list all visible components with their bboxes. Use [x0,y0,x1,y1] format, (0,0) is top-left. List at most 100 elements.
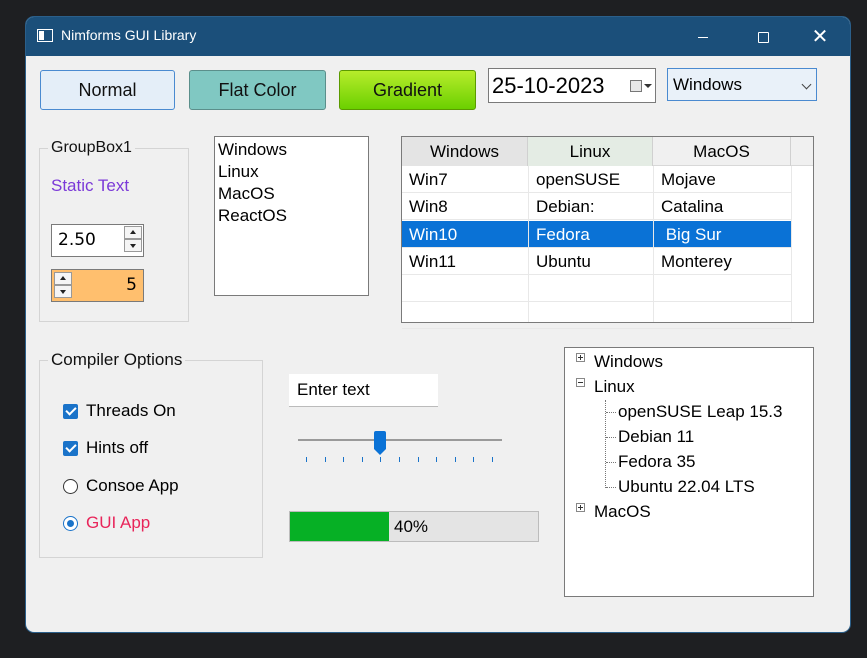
table-cell: Debian: [528,193,653,220]
combo-value: Windows [673,75,742,94]
spin-down-icon[interactable] [54,285,72,298]
slider-tick [343,457,345,462]
column-header-macos[interactable]: MacOS [653,137,791,166]
column-divider [528,166,529,322]
normal-button[interactable]: Normal [40,70,175,110]
table-cell: Monterey [653,248,791,275]
tree-node-opensuse[interactable]: openSUSE Leap 15.3 [618,399,782,424]
int-spinbox-buttons[interactable] [54,272,72,298]
slider-tick [324,457,326,462]
table-cell: Win11 [409,252,456,271]
minimize-icon [698,37,708,38]
slider-track[interactable] [298,439,502,441]
spin-up-icon[interactable] [54,272,72,285]
checkbox-checked-icon[interactable] [63,404,78,419]
checkbox-checked-icon[interactable] [63,441,78,456]
float-spinbox-value: 2.50 [58,230,96,250]
progress-label: 40% [394,517,429,536]
slider-tick [417,457,419,462]
spin-down-icon[interactable] [124,239,142,252]
maximize-icon [757,32,769,43]
table-cell: Catalina [653,193,791,220]
slider-tick [473,457,475,462]
slider-tick [454,457,456,462]
table-row-empty [402,302,791,329]
expand-icon[interactable] [576,353,585,362]
radio-label: GUI App [86,513,151,532]
os-listbox[interactable]: Windows Linux MacOS ReactOS [214,136,369,296]
tree-connector [606,462,616,463]
slider-tick [380,457,382,462]
table-cell: Big Sur [653,221,791,248]
close-button[interactable]: ✕ [790,17,850,56]
os-combobox[interactable]: Windows [667,68,817,101]
os-treeview[interactable]: Windows Linux openSUSE Leap 15.3 Debian … [564,347,814,597]
table-cell: Mojave [653,166,791,193]
table-cell: Win10 [409,225,458,244]
list-item[interactable]: MacOS [218,183,365,205]
chevron-down-icon[interactable] [644,84,652,88]
progress-bar: 40% [289,511,539,542]
progress-fill [290,512,390,541]
slider-tick [399,457,400,462]
table-cell: Win7 [409,170,448,189]
column-divider [653,166,654,322]
window-title: Nimforms GUI Library [61,27,197,43]
app-window: Nimforms GUI Library ✕ Normal Flat Color… [26,17,850,632]
radio-label: Consoe App [86,476,179,495]
text-input[interactable]: Enter text [289,374,438,407]
checkbox-label: Threads On [86,401,176,420]
column-divider [791,166,792,322]
table-cell: Win8 [409,197,448,216]
date-picker[interactable]: 25-10-2023 [488,68,656,103]
radio-checked-icon[interactable] [63,516,78,531]
radio-unchecked-icon[interactable] [63,479,78,494]
chevron-down-icon[interactable] [801,79,812,90]
slider-thumb[interactable] [374,431,387,455]
maximize-button[interactable] [733,17,793,56]
calendar-icon[interactable] [630,80,642,92]
spin-up-icon[interactable] [124,226,142,239]
app-icon [37,29,53,42]
slider-tick [492,457,493,462]
static-text: Static Text [51,176,130,195]
list-item[interactable]: Windows [218,139,365,161]
collapse-icon[interactable] [576,378,585,387]
tree-node-fedora[interactable]: Fedora 35 [618,449,696,474]
table-row-empty [402,275,791,302]
tree-connector [606,487,616,488]
gradient-button[interactable]: Gradient [339,70,476,110]
column-header-linux[interactable]: Linux [528,137,653,166]
tree-connector [605,400,606,488]
table-row[interactable]: Win11 Ubuntu Monterey [402,248,791,275]
date-value: 25-10-2023 [492,73,605,98]
tree-node-debian[interactable]: Debian 11 [618,424,694,449]
expand-icon[interactable] [576,503,585,512]
checkbox-label: Hints off [86,438,149,457]
list-item[interactable]: Linux [218,161,365,183]
table-row[interactable]: Win7 openSUSE Mojave [402,166,791,193]
slider-tick [306,457,307,462]
tree-connector [606,412,616,413]
tree-node-macos[interactable]: MacOS [594,499,651,524]
flat-color-button[interactable]: Flat Color [189,70,326,110]
column-header-windows[interactable]: Windows [402,137,528,166]
groupbox1-title: GroupBox1 [48,139,135,157]
os-listview[interactable]: Windows Linux MacOS Win7 openSUSE Mojave… [401,136,814,329]
tree-node-linux[interactable]: Linux [594,374,635,399]
tree-connector [606,437,616,438]
close-icon: ✕ [811,24,829,48]
title-bar[interactable]: Nimforms GUI Library ✕ [26,17,850,56]
table-cell: Ubuntu [528,248,653,275]
int-spinbox-value: 5 [126,275,137,295]
table-row-selected[interactable]: Win10 Fedora Big Sur [402,221,791,248]
list-item[interactable]: ReactOS [218,205,365,227]
tree-node-ubuntu[interactable]: Ubuntu 22.04 LTS [618,474,755,499]
listview-header: Windows Linux MacOS [402,137,813,166]
tree-node-windows[interactable]: Windows [594,349,663,374]
slider-tick [436,457,438,462]
minimize-button[interactable] [673,17,733,56]
table-row[interactable]: Win8 Debian: Catalina [402,193,791,220]
float-spinbox-buttons[interactable] [124,226,142,252]
table-cell: openSUSE [528,166,653,193]
